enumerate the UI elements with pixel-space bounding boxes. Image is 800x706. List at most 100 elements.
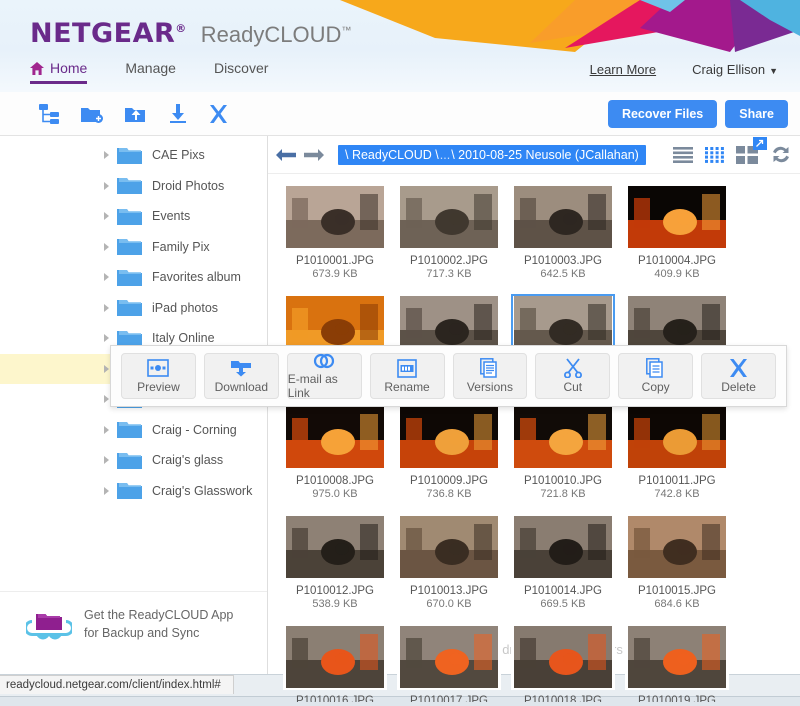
sidebar-folder-item[interactable]: Droid Photos	[0, 171, 267, 202]
file-thumbnail[interactable]	[625, 184, 729, 250]
expand-arrow-icon[interactable]	[104, 456, 109, 465]
file-thumbnail[interactable]	[283, 624, 387, 690]
context-menu-item-label: Versions	[466, 380, 513, 394]
context-menu-e-mail-as-link-button[interactable]: E-mail as Link	[286, 353, 362, 400]
file-thumbnail[interactable]	[625, 404, 729, 470]
context-menu-copy-button[interactable]: Copy	[618, 353, 694, 399]
expand-arrow-icon[interactable]	[104, 242, 109, 251]
thumbnail-image	[514, 516, 612, 578]
grid-view-icon[interactable]	[705, 146, 724, 163]
tile-view-icon[interactable]	[736, 136, 767, 164]
expand-arrow-icon[interactable]	[104, 334, 109, 343]
context-menu-versions-button[interactable]: Versions	[452, 353, 528, 399]
file-grid-item[interactable]: P1010002.JPG 717.3 KB	[392, 182, 506, 292]
context-menu-download-button[interactable]: Download	[203, 353, 279, 399]
expand-arrow-icon[interactable]	[104, 486, 109, 495]
file-name-label: P1010001.JPG	[295, 255, 374, 267]
refresh-icon[interactable]	[770, 145, 792, 164]
file-thumbnail[interactable]	[625, 514, 729, 580]
promo-line-1: Get the ReadyCLOUD App	[84, 608, 234, 622]
nav-item-home[interactable]: Home	[30, 58, 88, 84]
sidebar-folder-item[interactable]: Craig - Corning	[0, 415, 267, 446]
file-grid-item[interactable]: P1010018.JPG	[506, 622, 620, 702]
file-thumbnail[interactable]	[511, 624, 615, 690]
file-grid-item[interactable]: P1010019.JPG	[620, 622, 734, 702]
breadcrumb[interactable]: \ ReadyCLOUD \...\ 2010-08-25 Neusole (J…	[338, 144, 646, 165]
sidebar-folder-item[interactable]: Family Pix	[0, 232, 267, 263]
file-grid-item[interactable]: P1010004.JPG 409.9 KB	[620, 182, 734, 292]
folder-tree-icon[interactable]	[38, 103, 60, 124]
delete-x-icon[interactable]	[208, 104, 229, 124]
sidebar-folder-label: iPad photos	[152, 300, 219, 315]
file-grid-item[interactable]: P1010012.JPG 538.9 KB	[278, 512, 392, 622]
sidebar-folder-item[interactable]: iPad photos	[0, 293, 267, 324]
app-promo-banner[interactable]: Get the ReadyCLOUD App for Backup and Sy…	[0, 591, 267, 660]
upload-icon[interactable]	[124, 104, 148, 124]
arrow-right-icon[interactable]	[302, 147, 326, 163]
expand-arrow-icon[interactable]	[104, 212, 109, 221]
context-menu-delete-button[interactable]: Delete	[701, 353, 776, 399]
sidebar-folder-item[interactable]: Events	[0, 201, 267, 232]
new-folder-icon[interactable]	[80, 104, 104, 124]
file-thumbnail[interactable]	[283, 184, 387, 250]
file-grid-item[interactable]: P1010017.JPG	[392, 622, 506, 702]
file-grid-item[interactable]: P1010015.JPG 684.6 KB	[620, 512, 734, 622]
file-grid-item[interactable]: P1010014.JPG 669.5 KB	[506, 512, 620, 622]
expand-arrow-icon[interactable]	[104, 151, 109, 160]
share-button[interactable]: Share	[725, 99, 788, 128]
file-size-label: 975.0 KB	[312, 488, 358, 501]
home-icon	[30, 61, 44, 75]
file-grid-item[interactable]: P1010001.JPG 673.9 KB	[278, 182, 392, 292]
expand-arrow-icon[interactable]	[104, 181, 109, 190]
file-thumbnail[interactable]	[397, 404, 501, 470]
file-grid-item[interactable]: P1010011.JPG 742.8 KB	[620, 402, 734, 512]
copy-icon	[645, 358, 666, 378]
netgear-logo: NETGEAR®	[30, 18, 187, 49]
expand-arrow-icon[interactable]	[104, 395, 109, 404]
toolbar-button-group: Recover Files Share	[607, 99, 788, 128]
thumbnail-image	[628, 186, 726, 248]
context-menu-cut-button[interactable]: Cut	[535, 353, 611, 399]
file-thumbnail[interactable]	[397, 514, 501, 580]
expand-arrow-icon[interactable]	[104, 273, 109, 282]
sidebar-folder-item[interactable]: Craig's glass	[0, 445, 267, 476]
file-thumbnail[interactable]	[283, 404, 387, 470]
arrow-left-icon[interactable]	[274, 147, 298, 163]
sidebar-folder-label: Craig's glass	[152, 453, 224, 468]
file-thumbnail[interactable]	[625, 624, 729, 690]
download-icon[interactable]	[168, 103, 188, 124]
nav-item-manage-label: Manage	[125, 60, 176, 76]
file-thumbnail[interactable]	[397, 184, 501, 250]
breadcrumb-ellipsis: ...	[439, 147, 451, 162]
file-thumbnail[interactable]	[511, 404, 615, 470]
file-thumbnail[interactable]	[511, 514, 615, 580]
file-grid-item[interactable]: P1010003.JPG 642.5 KB	[506, 182, 620, 292]
file-grid-item[interactable]: P1010008.JPG 975.0 KB	[278, 402, 392, 512]
sidebar-folder-item[interactable]: CAE Pixs	[0, 140, 267, 171]
chevron-down-icon: ▼	[769, 66, 778, 76]
file-size-label: 642.5 KB	[540, 268, 586, 281]
expand-arrow-icon[interactable]	[104, 364, 109, 373]
learn-more-link[interactable]: Learn More	[590, 62, 656, 77]
file-grid-item[interactable]: P1010010.JPG 721.8 KB	[506, 402, 620, 512]
file-grid-item[interactable]: P1010016.JPG	[278, 622, 392, 702]
nav-item-manage[interactable]: Manage	[125, 58, 176, 84]
user-menu[interactable]: Craig Ellison ▼	[692, 62, 778, 77]
expand-arrow-icon[interactable]	[104, 425, 109, 434]
expand-arrow-icon[interactable]	[104, 303, 109, 312]
context-menu-preview-button[interactable]: Preview	[121, 353, 196, 399]
nav-item-discover[interactable]: Discover	[214, 58, 268, 84]
file-thumbnail[interactable]	[283, 514, 387, 580]
file-name-label: P1010019.JPG	[637, 695, 716, 702]
sidebar-folder-item[interactable]: Favorites album	[0, 262, 267, 293]
file-grid-item[interactable]: P1010013.JPG 670.0 KB	[392, 512, 506, 622]
context-menu-rename-button[interactable]: Rename	[369, 353, 445, 399]
file-thumbnail[interactable]	[511, 184, 615, 250]
file-grid-item[interactable]: P1010009.JPG 736.8 KB	[392, 402, 506, 512]
sidebar-folder-item[interactable]: Craig's Glasswork	[0, 476, 267, 507]
list-view-icon[interactable]	[673, 146, 693, 163]
registered-mark: ®	[175, 22, 187, 35]
context-menu-item-label: Cut	[563, 380, 583, 394]
recover-files-button[interactable]: Recover Files	[607, 99, 718, 128]
file-thumbnail[interactable]	[397, 624, 501, 690]
